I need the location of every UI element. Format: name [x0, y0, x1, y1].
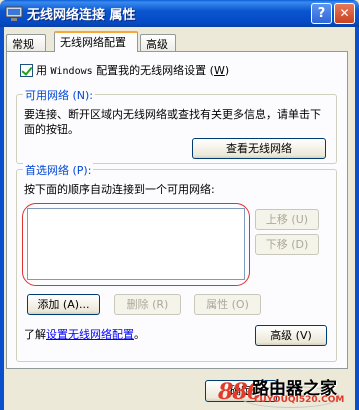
close-button[interactable]: ✕: [334, 3, 355, 24]
learn-more-link[interactable]: 设置无线网络配置: [46, 328, 134, 341]
help-button[interactable]: ?: [311, 3, 332, 24]
learn-more-row: 了解设置无线网络配置。: [24, 326, 145, 342]
advanced-button[interactable]: 高级 (V): [255, 325, 327, 346]
add-button[interactable]: 添加 (A)...: [27, 294, 100, 315]
available-networks-description: 要连接、断开区域内无线网络或查找有关更多信息，请单击下面的按钮。: [24, 108, 321, 136]
window-frame-left: [0, 27, 4, 410]
properties-button[interactable]: 属性 (O): [194, 294, 261, 315]
use-windows-config-checkbox[interactable]: 用 Windows 配置我的无线网络设置 (W): [20, 62, 229, 78]
preferred-networks-legend: 首选网络 (P):: [23, 162, 94, 178]
window-frame-right: [355, 27, 359, 410]
preferred-networks-list[interactable]: [27, 208, 245, 280]
move-up-button[interactable]: 上移 (U): [255, 209, 319, 230]
available-networks-legend: 可用网络 (N):: [23, 87, 96, 103]
watermark-url: LUYOUQI520.COM: [254, 395, 345, 405]
move-down-button[interactable]: 下移 (D): [255, 234, 319, 255]
learn-prefix: 了解: [24, 328, 46, 341]
tab-advanced[interactable]: 高级: [140, 34, 176, 51]
learn-suffix: 。: [134, 328, 145, 341]
title-bar: 无线网络连接 属性 ? ✕: [0, 0, 359, 27]
window-title: 无线网络连接 属性: [27, 8, 136, 23]
checkbox-label: 用 Windows 配置我的无线网络设置 (W): [36, 64, 230, 77]
preferred-networks-group: 首选网络 (P): 按下面的顺序自动连接到一个可用网络: 上移 (U) 下移 (…: [16, 162, 337, 362]
tab-panel: 用 Windows 配置我的无线网络设置 (W) 可用网络 (N): 要连接、断…: [6, 51, 348, 369]
available-networks-group: 可用网络 (N): 要连接、断开区域内无线网络或查找有关更多信息，请单击下面的按…: [16, 87, 337, 164]
view-wireless-networks-button[interactable]: 查看无线网络: [192, 138, 326, 159]
remove-button[interactable]: 删除 (R): [114, 294, 181, 315]
tab-general[interactable]: 常规: [6, 34, 46, 51]
checkbox-checked[interactable]: [20, 63, 33, 77]
preferred-networks-description: 按下面的顺序自动连接到一个可用网络:: [24, 183, 215, 196]
network-icon: [5, 6, 23, 21]
tab-wireless-networks[interactable]: 无线网络配置: [54, 31, 138, 52]
